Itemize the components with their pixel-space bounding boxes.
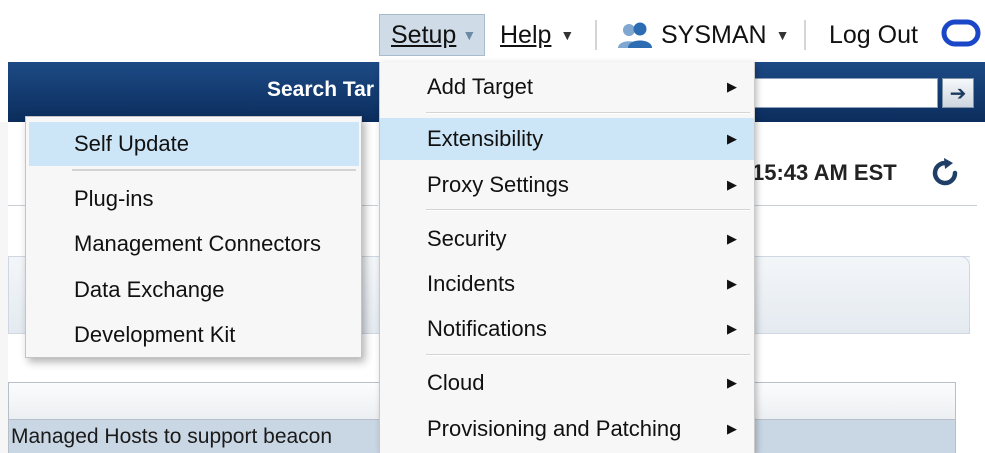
setup-dropdown-menu: Add Target ▶ Extensibility ▶ Proxy Setti… <box>379 62 755 453</box>
table-cell: Managed Hosts to support beacon <box>11 425 333 448</box>
help-menu-button[interactable]: Help ▼ <box>500 14 574 56</box>
search-input[interactable] <box>752 78 938 108</box>
menu-item-add-target[interactable]: Add Target ▶ <box>380 66 754 108</box>
menu-separator <box>72 169 356 171</box>
user-name-label: SYSMAN <box>661 20 767 49</box>
search-go-button[interactable]: ➔ <box>942 78 974 108</box>
submenu-item-label: Self Update <box>74 131 189 156</box>
menu-item-label: Security <box>427 226 507 251</box>
submenu-arrow-icon: ▶ <box>727 321 737 336</box>
oracle-logo-icon <box>941 19 981 49</box>
menu-separator <box>426 354 750 356</box>
submenu-arrow-icon: ▶ <box>727 375 737 390</box>
logout-link[interactable]: Log Out <box>829 14 918 56</box>
submenu-arrow-icon: ▶ <box>727 131 737 146</box>
menu-item-proxy-settings[interactable]: Proxy Settings ▶ <box>380 164 754 206</box>
menu-item-label: Add Target <box>427 74 534 99</box>
submenu-arrow-icon: ▶ <box>727 79 737 94</box>
chevron-down-icon: ▼ <box>462 27 477 43</box>
submenu-item-plug-ins[interactable]: Plug-ins <box>26 177 361 221</box>
menu-item-cloud[interactable]: Cloud ▶ <box>380 362 754 404</box>
menu-separator <box>426 209 750 211</box>
submenu-item-development-kit[interactable]: Development Kit <box>26 313 361 357</box>
refresh-icon[interactable] <box>928 156 962 190</box>
arrow-right-icon: ➔ <box>949 82 967 105</box>
submenu-item-label: Development Kit <box>74 322 236 347</box>
menu-item-security[interactable]: Security ▶ <box>380 218 754 260</box>
page-refreshed-time: 15:43 AM EST <box>752 160 897 185</box>
submenu-arrow-icon: ▶ <box>727 421 737 436</box>
submenu-item-label: Management Connectors <box>74 231 322 256</box>
submenu-item-self-update[interactable]: Self Update <box>29 122 359 166</box>
menu-item-label: Notifications <box>427 316 547 341</box>
nav-divider <box>804 20 806 50</box>
page-left-edge <box>0 122 8 453</box>
help-menu-label: Help <box>500 20 552 49</box>
submenu-arrow-icon: ▶ <box>727 276 737 291</box>
menu-separator <box>426 112 750 114</box>
divider-line <box>752 205 977 206</box>
setup-menu-button[interactable]: Setup ▼ <box>379 14 485 56</box>
menu-item-label: Incidents <box>427 271 516 296</box>
setup-menu-label: Setup <box>391 20 457 49</box>
submenu-item-label: Data Exchange <box>74 277 225 302</box>
submenu-arrow-icon: ▶ <box>727 231 737 246</box>
submenu-arrow-icon: ▶ <box>727 177 737 192</box>
menu-item-incidents[interactable]: Incidents ▶ <box>380 263 754 305</box>
menu-item-extensibility[interactable]: Extensibility ▶ <box>380 118 754 160</box>
search-target-label: Search Tar <box>267 78 374 101</box>
chevron-down-icon: ▼ <box>775 27 790 43</box>
chevron-down-icon: ▼ <box>560 27 575 43</box>
menu-item-label: Cloud <box>427 370 485 395</box>
global-header: Setup ▼ Help ▼ SYSMAN ▼ Log Out <box>0 0 985 62</box>
menu-item-notifications[interactable]: Notifications ▶ <box>380 308 754 350</box>
users-icon <box>617 21 653 49</box>
menu-item-label: Extensibility <box>427 126 544 151</box>
menu-item-provisioning-and-patching[interactable]: Provisioning and Patching ▶ <box>380 408 754 450</box>
nav-divider <box>595 20 597 50</box>
user-menu-button[interactable]: SYSMAN ▼ <box>617 14 789 56</box>
menu-item-label: Proxy Settings <box>427 172 569 197</box>
extensibility-submenu: Self Update Plug-ins Management Connecto… <box>25 116 362 358</box>
submenu-item-management-connectors[interactable]: Management Connectors <box>26 222 361 266</box>
submenu-item-data-exchange[interactable]: Data Exchange <box>26 268 361 312</box>
region-header-corner <box>752 256 970 334</box>
submenu-item-label: Plug-ins <box>74 186 154 211</box>
menu-item-label: Provisioning and Patching <box>427 416 682 441</box>
